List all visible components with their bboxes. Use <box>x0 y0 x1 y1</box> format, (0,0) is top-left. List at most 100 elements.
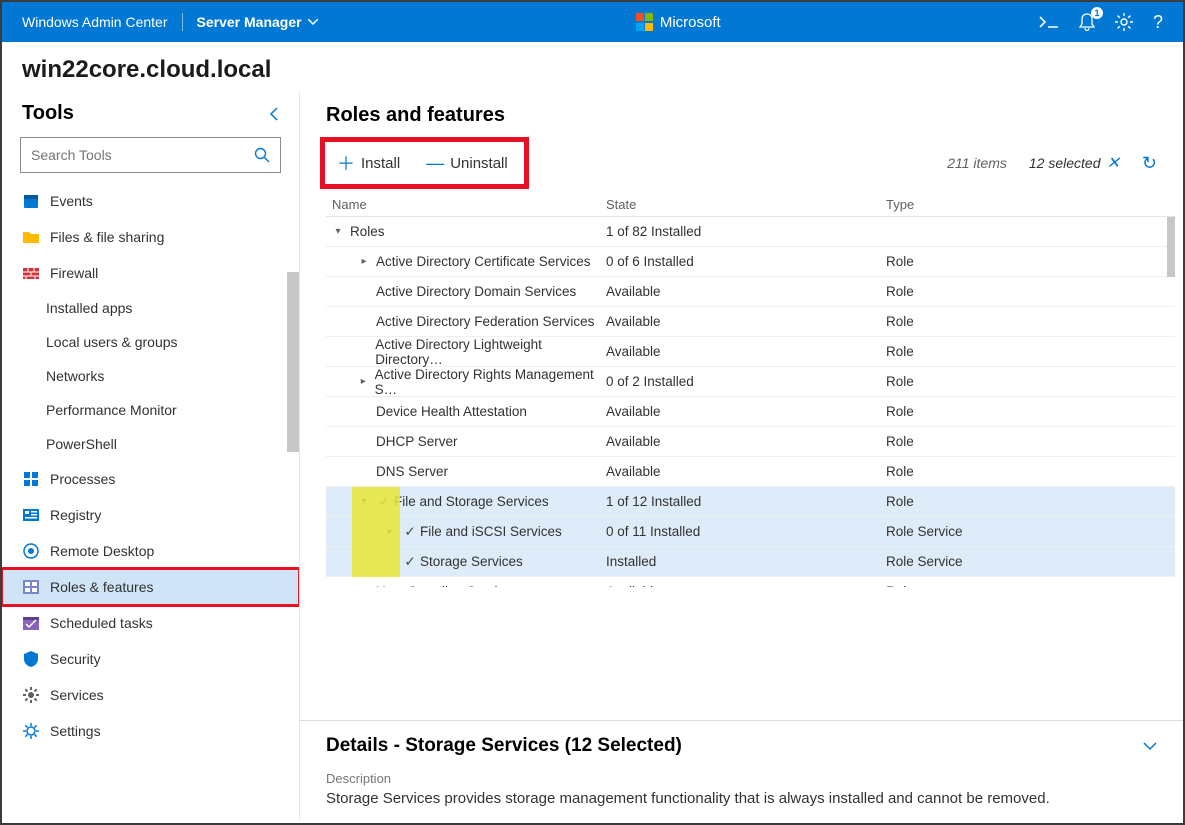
sidebar-item-local-users-groups[interactable]: Local users & groups <box>2 325 299 359</box>
row-type: Role <box>886 344 1175 359</box>
sidebar-item-label: Remote Desktop <box>50 543 154 559</box>
clear-selection-icon[interactable]: ✕ <box>1107 153 1120 173</box>
install-button[interactable]: ＋ Install <box>331 146 406 180</box>
help-icon[interactable]: ? <box>1153 12 1163 33</box>
row-state: Available <box>606 434 886 449</box>
table-row[interactable]: ▸DHCP ServerAvailableRole <box>326 427 1175 457</box>
sidebar-item-services[interactable]: Services <box>2 677 299 713</box>
sidebar-item-performance-monitor[interactable]: Performance Monitor <box>2 393 299 427</box>
sidebar-item-events[interactable]: Events <box>2 183 299 219</box>
folder-icon <box>22 228 40 246</box>
sidebar: Tools EventsFiles & file sharing Firewall… <box>2 92 300 821</box>
tools-title: Tools <box>22 102 74 125</box>
sidebar-item-networks[interactable]: Networks <box>2 359 299 393</box>
content-pane: Roles and features ＋ Install — Uninstall… <box>300 92 1183 821</box>
processes-icon <box>22 470 40 488</box>
remote-icon <box>22 542 40 560</box>
sidebar-item-installed-apps[interactable]: Installed apps <box>2 291 299 325</box>
microsoft-label: Microsoft <box>660 14 721 31</box>
refresh-icon[interactable]: ↻ <box>1142 153 1157 174</box>
sidebar-item-roles-features[interactable]: Roles & features <box>2 569 299 605</box>
row-name: DHCP Server <box>376 434 458 449</box>
sidebar-item-powershell[interactable]: PowerShell <box>2 427 299 461</box>
sidebar-item-label: Firewall <box>50 265 98 281</box>
roles-table: Name State Type ▾Roles1 of 82 Installed▸… <box>326 193 1175 720</box>
table-row[interactable]: ▸DNS ServerAvailableRole <box>326 457 1175 487</box>
topbar: Windows Admin Center Server Manager Micr… <box>2 2 1183 42</box>
sidebar-item-label: Roles & features <box>50 579 154 595</box>
row-state: Installed <box>606 554 886 569</box>
search-tools-input[interactable] <box>20 137 281 173</box>
chevron-right-icon[interactable]: ▸ <box>352 376 375 387</box>
calendar-icon <box>22 192 40 210</box>
row-state: Available <box>606 584 886 587</box>
search-icon[interactable] <box>244 147 280 163</box>
row-name: File and iSCSI Services <box>420 524 562 539</box>
table-row[interactable]: ▸Active Directory Lightweight Directory…… <box>326 337 1175 367</box>
collapse-sidebar-icon[interactable] <box>269 107 279 121</box>
context-dropdown[interactable]: Server Manager <box>197 14 318 30</box>
table-row[interactable]: ▸Active Directory Certificate Services0 … <box>326 247 1175 277</box>
brand-label[interactable]: Windows Admin Center <box>22 14 168 30</box>
sidebar-item-remote-desktop[interactable]: Remote Desktop <box>2 533 299 569</box>
sidebar-item-security[interactable]: Security <box>2 641 299 677</box>
row-type: Role <box>886 254 1175 269</box>
notifications-icon[interactable]: 1 <box>1079 13 1095 31</box>
content-title: Roles and features <box>300 92 1183 133</box>
chevron-down-icon[interactable]: ▾ <box>352 496 376 507</box>
table-header: Name State Type <box>326 193 1175 217</box>
row-type: Role <box>886 494 1175 509</box>
search-input-field[interactable] <box>21 147 244 163</box>
row-type: Role <box>886 314 1175 329</box>
chevron-down-icon[interactable]: ▾ <box>326 226 350 237</box>
sidebar-item-label: Scheduled tasks <box>50 615 153 631</box>
content-scrollbar[interactable] <box>1167 217 1175 277</box>
row-state: Available <box>606 314 886 329</box>
ms-brand: Microsoft <box>318 13 1039 31</box>
selected-count: 12 selected ✕ <box>1029 153 1120 173</box>
col-state[interactable]: State <box>606 197 886 212</box>
chevron-right-icon[interactable]: ▸ <box>352 256 376 267</box>
table-row[interactable]: ▸Host Guardian ServiceAvailableRole <box>326 577 1175 587</box>
row-state: Available <box>606 344 886 359</box>
table-row[interactable]: ▸Active Directory Rights Management S…0 … <box>326 367 1175 397</box>
chevron-right-icon[interactable]: ▸ <box>378 526 402 537</box>
sidebar-item-registry[interactable]: Registry <box>2 497 299 533</box>
table-row[interactable]: ▾Roles1 of 82 Installed <box>326 217 1175 247</box>
uninstall-button[interactable]: — Uninstall <box>420 146 514 180</box>
console-icon[interactable] <box>1039 15 1059 29</box>
notification-badge: 1 <box>1091 7 1103 19</box>
row-state: 0 of 11 Installed <box>606 524 886 539</box>
table-row[interactable]: ▸Device Health AttestationAvailableRole <box>326 397 1175 427</box>
sidebar-item-label: Installed apps <box>46 300 132 316</box>
table-row[interactable]: ▸✓Storage ServicesInstalledRole Service <box>326 547 1175 577</box>
table-row[interactable]: ▸Active Directory Federation ServicesAva… <box>326 307 1175 337</box>
sidebar-item-label: PowerShell <box>46 436 117 452</box>
table-row[interactable]: ▸Active Directory Domain ServicesAvailab… <box>326 277 1175 307</box>
gear-o-icon <box>22 722 40 740</box>
col-type[interactable]: Type <box>886 197 1175 212</box>
check-icon: ✓ <box>376 494 392 510</box>
table-row[interactable]: ▸✓File and iSCSI Services0 of 11 Install… <box>326 517 1175 547</box>
sidebar-item-label: Local users & groups <box>46 334 178 350</box>
registry-icon <box>22 506 40 524</box>
sidebar-scrollbar[interactable] <box>287 272 299 452</box>
check-icon: ✓ <box>402 554 418 570</box>
row-type: Role Service <box>886 524 1175 539</box>
sidebar-item-settings[interactable]: Settings <box>2 713 299 749</box>
row-name: Roles <box>350 224 385 239</box>
description-label: Description <box>326 771 1157 786</box>
collapse-details-icon[interactable] <box>1143 741 1157 751</box>
table-row[interactable]: ▾✓File and Storage Services1 of 12 Insta… <box>326 487 1175 517</box>
row-name: Active Directory Certificate Services <box>376 254 591 269</box>
col-name[interactable]: Name <box>326 197 606 212</box>
sidebar-item-firewall[interactable]: Firewall <box>2 255 299 291</box>
sidebar-item-files-file-sharing[interactable]: Files & file sharing <box>2 219 299 255</box>
tool-list: EventsFiles & file sharing Firewall Instal… <box>2 183 299 821</box>
sidebar-item-label: Security <box>50 651 101 667</box>
sidebar-item-scheduled-tasks[interactable]: Scheduled tasks <box>2 605 299 641</box>
details-pane: Details - Storage Services (12 Selected)… <box>300 720 1183 821</box>
sidebar-item-processes[interactable]: Processes <box>2 461 299 497</box>
settings-gear-icon[interactable] <box>1115 13 1133 31</box>
tasks-icon <box>22 614 40 632</box>
